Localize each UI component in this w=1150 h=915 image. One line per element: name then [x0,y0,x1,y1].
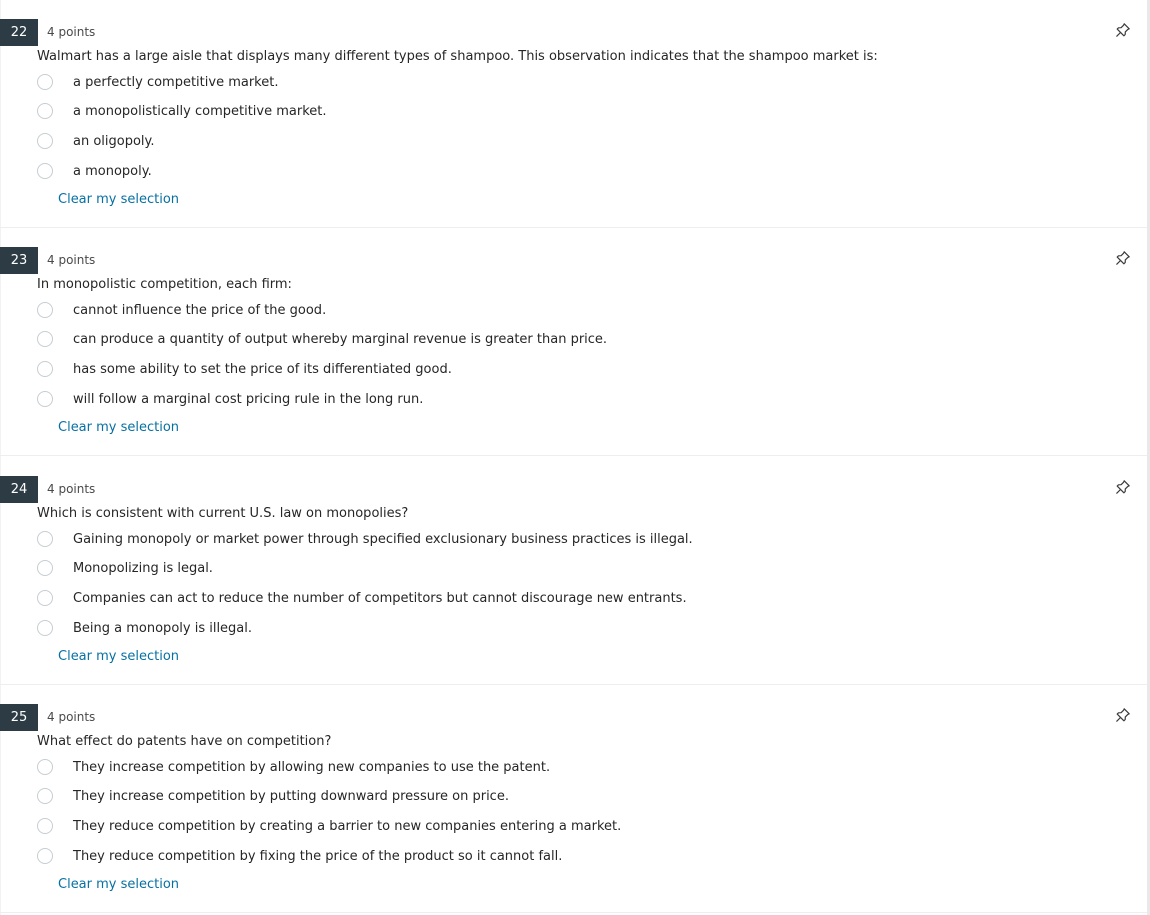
radio-button[interactable] [37,818,53,834]
question-points: 4 points [47,710,96,724]
question-divider [0,912,1147,913]
answer-option[interactable]: Being a monopoly is illegal. [37,619,937,641]
radio-button[interactable] [37,788,53,804]
question-points: 4 points [47,482,96,496]
question-text: What effect do patents have on competiti… [37,734,332,749]
answer-label: a perfectly competitive market. [73,75,279,90]
radio-button[interactable] [37,620,53,636]
question-25: 25 4 points What effect do patents have … [0,685,1147,913]
answer-label: Being a monopoly is illegal. [73,621,253,636]
answer-option[interactable]: a monopoly. [37,162,937,184]
answer-label: a monopolistically competitive market. [73,104,327,119]
question-number-badge: 24 [0,476,38,503]
pin-icon[interactable] [1115,22,1131,38]
answer-label: has some ability to set the price of its… [73,362,452,377]
radio-button[interactable] [37,590,53,606]
answer-label: a monopoly. [73,164,152,179]
answer-label: Monopolizing is legal. [73,561,213,576]
question-24: 24 4 points Which is consistent with cur… [0,457,1147,685]
pin-icon[interactable] [1115,707,1131,723]
radio-button[interactable] [37,331,53,347]
radio-button[interactable] [37,133,53,149]
answer-option[interactable]: a perfectly competitive market. [37,73,937,95]
clear-selection-link[interactable]: Clear my selection [58,419,179,437]
radio-button[interactable] [37,302,53,318]
question-text: Which is consistent with current U.S. la… [37,506,409,521]
answer-label: They increase competition by allowing ne… [73,760,551,775]
radio-button[interactable] [37,848,53,864]
question-22: 22 4 points Walmart has a large aisle th… [0,0,1147,228]
answer-label: They increase competition by putting dow… [73,789,509,804]
question-divider [0,455,1147,456]
quiz-page: 22 4 points Walmart has a large aisle th… [0,0,1150,915]
question-23: 23 4 points In monopolistic competition,… [0,228,1147,456]
pin-icon[interactable] [1115,250,1131,266]
answer-option[interactable]: Monopolizing is legal. [37,559,937,581]
radio-button[interactable] [37,391,53,407]
answer-label: Gaining monopoly or market power through… [73,532,693,547]
clear-selection-link[interactable]: Clear my selection [58,876,179,894]
answer-option[interactable]: will follow a marginal cost pricing rule… [37,390,937,412]
answer-option[interactable]: a monopolistically competitive market. [37,102,937,124]
answer-option[interactable]: Companies can act to reduce the number o… [37,589,937,611]
answer-option[interactable]: They increase competition by putting dow… [37,787,937,809]
answer-label: can produce a quantity of output whereby… [73,332,608,347]
question-number-badge: 22 [0,19,38,46]
answer-label: cannot influence the price of the good. [73,303,327,318]
answer-label: They reduce competition by fixing the pr… [73,849,563,864]
question-text: Walmart has a large aisle that displays … [37,49,878,64]
answer-option[interactable]: They reduce competition by creating a ba… [37,817,937,839]
radio-button[interactable] [37,74,53,90]
answer-option[interactable]: an oligopoly. [37,132,937,154]
question-points: 4 points [47,25,96,39]
answer-option[interactable]: They reduce competition by fixing the pr… [37,847,937,869]
radio-button[interactable] [37,759,53,775]
radio-button[interactable] [37,103,53,119]
radio-button[interactable] [37,531,53,547]
question-text: In monopolistic competition, each firm: [37,277,292,292]
radio-button[interactable] [37,560,53,576]
answer-label: They reduce competition by creating a ba… [73,819,622,834]
clear-selection-link[interactable]: Clear my selection [58,191,179,209]
pin-icon[interactable] [1115,479,1131,495]
clear-selection-link[interactable]: Clear my selection [58,648,179,666]
answer-label: an oligopoly. [73,134,155,149]
question-number-badge: 23 [0,247,38,274]
answer-label: will follow a marginal cost pricing rule… [73,392,424,407]
question-points: 4 points [47,253,96,267]
answer-option[interactable]: has some ability to set the price of its… [37,360,937,382]
radio-button[interactable] [37,361,53,377]
radio-button[interactable] [37,163,53,179]
answer-option[interactable]: cannot influence the price of the good. [37,301,937,323]
answer-option[interactable]: Gaining monopoly or market power through… [37,530,937,552]
answer-option[interactable]: They increase competition by allowing ne… [37,758,937,780]
answer-label: Companies can act to reduce the number o… [73,591,687,606]
question-number-badge: 25 [0,704,38,731]
answer-option[interactable]: can produce a quantity of output whereby… [37,330,937,352]
